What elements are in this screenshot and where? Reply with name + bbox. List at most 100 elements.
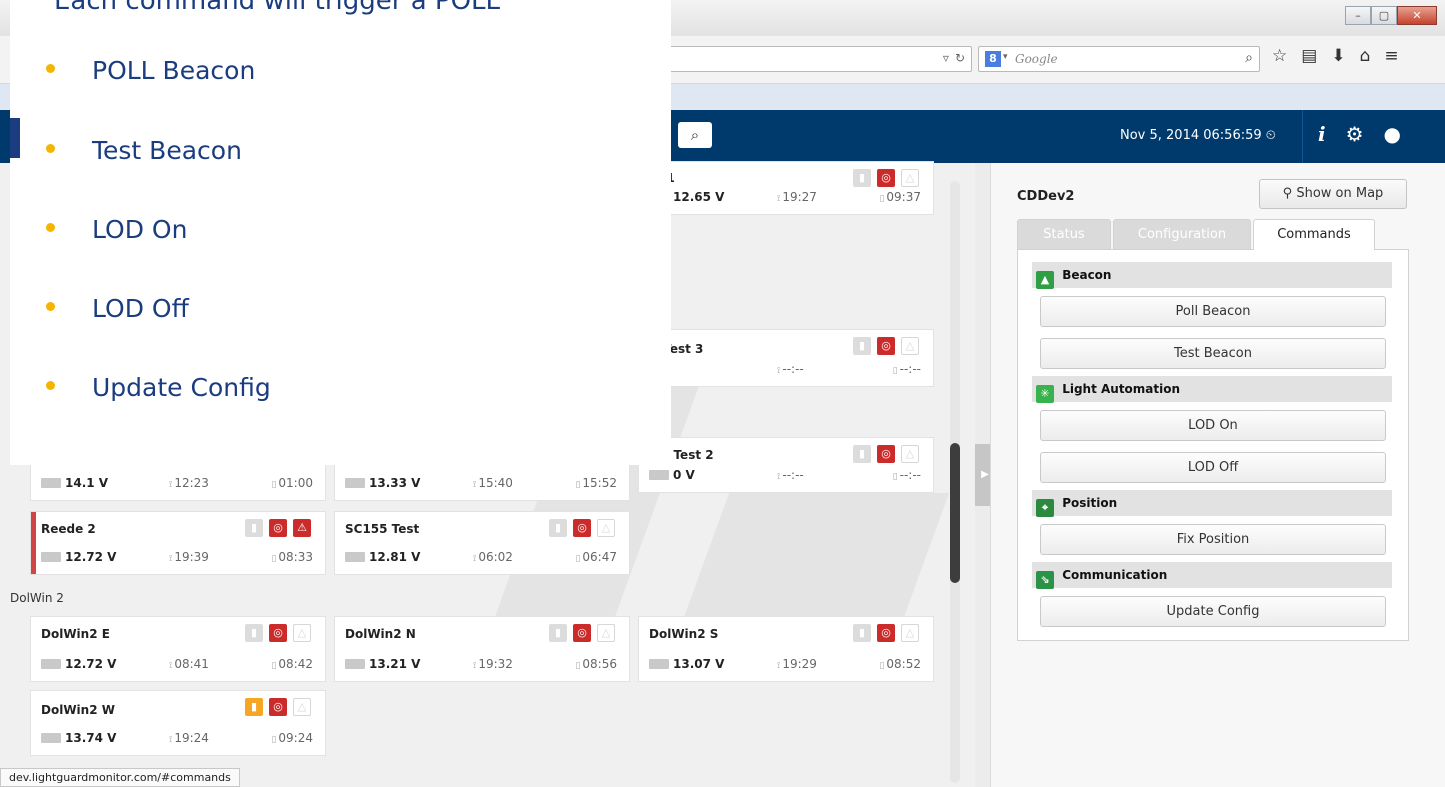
position-icon: ⌖ bbox=[1036, 499, 1054, 517]
battery-icon bbox=[41, 733, 61, 743]
tab-commands[interactable]: Commands bbox=[1253, 219, 1375, 250]
slide-heading: Each command will trigger a POLL bbox=[54, 0, 501, 16]
tab-configuration[interactable]: Configuration bbox=[1113, 219, 1251, 249]
slide-overlay: Each command will trigger a POLL POLL Be… bbox=[10, 0, 671, 465]
beacon-icon: ▮ bbox=[245, 624, 263, 642]
battery-icon bbox=[41, 659, 61, 669]
poll-beacon-button[interactable]: Poll Beacon bbox=[1040, 296, 1386, 327]
header-divider bbox=[1302, 110, 1303, 163]
beacon-icon: ▮ bbox=[549, 624, 567, 642]
beacon-icon: ▮ bbox=[853, 445, 871, 463]
battery-voltage: 12.72 V bbox=[41, 550, 116, 564]
antenna-icon: ⟟ bbox=[169, 661, 173, 671]
antenna-icon: ⟟ bbox=[473, 554, 477, 564]
device-readings: 13.21 V ⟟ 19:32 ▯ 08:56 bbox=[345, 657, 617, 673]
test-beacon-button[interactable]: Test Beacon bbox=[1040, 338, 1386, 369]
bullet-icon bbox=[46, 64, 55, 73]
section-position: ⌖ Position bbox=[1032, 490, 1392, 517]
device-card[interactable]: 13.33 V ⟟ 15:40 ▯ 15:52 bbox=[334, 463, 630, 501]
light-icon: ▯ bbox=[575, 480, 581, 490]
device-name: DolWin2 S bbox=[649, 627, 719, 641]
device-card[interactable]: Reede 2 ▮ ◎ ⚠ 12.72 V ⟟ 19:39 ▯ 08:33 bbox=[30, 511, 326, 575]
communication-icon: ⇘ bbox=[1036, 571, 1054, 589]
last-poll-time: ▯ 06:47 bbox=[575, 550, 617, 564]
slide-bullet: POLL Beacon bbox=[46, 56, 255, 85]
antenna-icon: ⟟ bbox=[777, 366, 781, 376]
device-status-icons: ▮ ◎ ⚠ bbox=[245, 519, 311, 537]
home-icon[interactable]: ⌂ bbox=[1360, 46, 1371, 66]
device-card[interactable]: H Test 3 ▮ ◎ △ 0 V ⟟--:-- ▯--:-- bbox=[638, 329, 934, 387]
tab-status[interactable]: Status bbox=[1017, 219, 1111, 249]
light-icon: ▯ bbox=[879, 661, 885, 671]
warning-icon: △ bbox=[293, 624, 311, 642]
device-card[interactable]: DolWin2 E ▮ ◎ △ 12.72 V ⟟ 08:41 ▯ 08:42 bbox=[30, 616, 326, 682]
bullet-icon bbox=[46, 381, 55, 390]
signal-icon: ◎ bbox=[573, 519, 591, 537]
list-scrollbar-thumb[interactable] bbox=[950, 443, 960, 583]
device-card[interactable]: 2M Test 2 ▮ ◎ △ 0 V ⟟ --:-- ▯ --:-- bbox=[638, 437, 934, 493]
beacon-icon: ▮ bbox=[245, 519, 263, 537]
battery-voltage: 13.07 V bbox=[649, 657, 724, 671]
device-card[interactable]: W 1 ▮ ◎ △ 12.65 V ⟟19:27 ▯09:37 bbox=[638, 161, 934, 215]
bullet-icon bbox=[46, 223, 55, 232]
slide-bullet: Test Beacon bbox=[46, 136, 242, 165]
lod-off-button[interactable]: LOD Off bbox=[1040, 452, 1386, 483]
device-card[interactable]: 14.1 V ⟟ 12:23 ▯ 01:00 bbox=[30, 463, 326, 501]
status-bar-url: dev.lightguardmonitor.com/#commands bbox=[0, 768, 240, 787]
signal-icon: ◎ bbox=[269, 624, 287, 642]
device-card[interactable]: DolWin2 S ▮ ◎ △ 13.07 V ⟟ 19:29 ▯ 08:52 bbox=[638, 616, 934, 682]
show-on-map-button[interactable]: ⚲ Show on Map bbox=[1259, 179, 1407, 209]
warning-icon: ⚠ bbox=[293, 519, 311, 537]
antenna-icon: ⟟ bbox=[777, 661, 781, 671]
device-card[interactable]: DolWin2 N ▮ ◎ △ 13.21 V ⟟ 19:32 ▯ 08:56 bbox=[334, 616, 630, 682]
chevron-down-icon[interactable]: ▾ bbox=[1003, 52, 1008, 62]
last-signal-time: ⟟ --:-- bbox=[777, 468, 804, 482]
download-icon[interactable]: ⬇ bbox=[1331, 46, 1345, 66]
search-engine-icon[interactable]: 8 bbox=[985, 51, 1001, 67]
beacon-icon: ▲ bbox=[1036, 271, 1054, 289]
search-icon[interactable]: ⌕ bbox=[1245, 50, 1253, 66]
search-placeholder: Google bbox=[1015, 52, 1058, 66]
device-name: Reede 2 bbox=[41, 522, 96, 536]
warning-icon: △ bbox=[901, 624, 919, 642]
gear-icon[interactable]: ⚙ bbox=[1346, 122, 1364, 146]
reload-icon[interactable]: ↻ bbox=[955, 51, 965, 65]
lod-on-button[interactable]: LOD On bbox=[1040, 410, 1386, 441]
user-icon[interactable]: ● bbox=[1384, 122, 1401, 146]
light-icon: ▯ bbox=[892, 472, 898, 482]
beacon-icon: ▮ bbox=[549, 519, 567, 537]
device-status-icons: ▮ ◎ △ bbox=[853, 337, 919, 355]
last-poll-time: ▯ --:-- bbox=[892, 468, 921, 482]
fix-position-button[interactable]: Fix Position bbox=[1040, 524, 1386, 555]
browser-search-box[interactable]: 8 ▾ Google ⌕ bbox=[978, 46, 1260, 72]
menu-icon[interactable]: ≡ bbox=[1384, 46, 1398, 66]
last-signal-time: ⟟ 19:39 bbox=[169, 550, 209, 564]
dropdown-icon[interactable]: ▿ bbox=[943, 51, 949, 65]
address-bar-icons: ▿ ↻ bbox=[943, 51, 965, 65]
light-icon: ▯ bbox=[879, 194, 885, 204]
light-icon: ▯ bbox=[271, 735, 277, 745]
device-status-icons: ▮ ◎ △ bbox=[853, 624, 919, 642]
bookmark-star-icon[interactable]: ☆ bbox=[1272, 46, 1287, 66]
maximize-icon[interactable]: ▢ bbox=[1371, 6, 1397, 25]
last-poll-time: ▯ 09:37 bbox=[879, 190, 921, 204]
battery-voltage: 0 V bbox=[649, 468, 695, 482]
device-readings: 12.72 V ⟟ 19:39 ▯ 08:33 bbox=[41, 550, 313, 566]
slide-bullet: Update Config bbox=[46, 373, 271, 402]
group-label: DolWin 2 bbox=[10, 591, 64, 605]
battery-voltage: 14.1 V bbox=[41, 476, 108, 490]
signal-icon: ◎ bbox=[877, 337, 895, 355]
beacon-icon: ▮ bbox=[853, 624, 871, 642]
update-config-button[interactable]: Update Config bbox=[1040, 596, 1386, 627]
device-readings: 12.72 V ⟟ 08:41 ▯ 08:42 bbox=[41, 657, 313, 673]
info-icon[interactable]: i bbox=[1318, 122, 1326, 146]
minimize-icon[interactable]: – bbox=[1345, 6, 1371, 25]
search-button[interactable]: ⌕ bbox=[678, 122, 712, 148]
device-card[interactable]: DolWin2 W ▮ ◎ △ 13.74 V ⟟ 19:24 ▯ 09:24 bbox=[30, 690, 326, 756]
commands-pane: ▲ Beacon Poll Beacon Test Beacon ✳ Light… bbox=[1017, 249, 1409, 641]
reading-list-icon[interactable]: ▤ bbox=[1301, 46, 1317, 66]
device-name: SC155 Test bbox=[345, 522, 420, 536]
device-card[interactable]: SC155 Test ▮ ◎ △ 12.81 V ⟟ 06:02 ▯ 06:47 bbox=[334, 511, 630, 575]
close-icon[interactable]: ✕ bbox=[1397, 6, 1437, 25]
section-communication: ⇘ Communication bbox=[1032, 562, 1392, 589]
